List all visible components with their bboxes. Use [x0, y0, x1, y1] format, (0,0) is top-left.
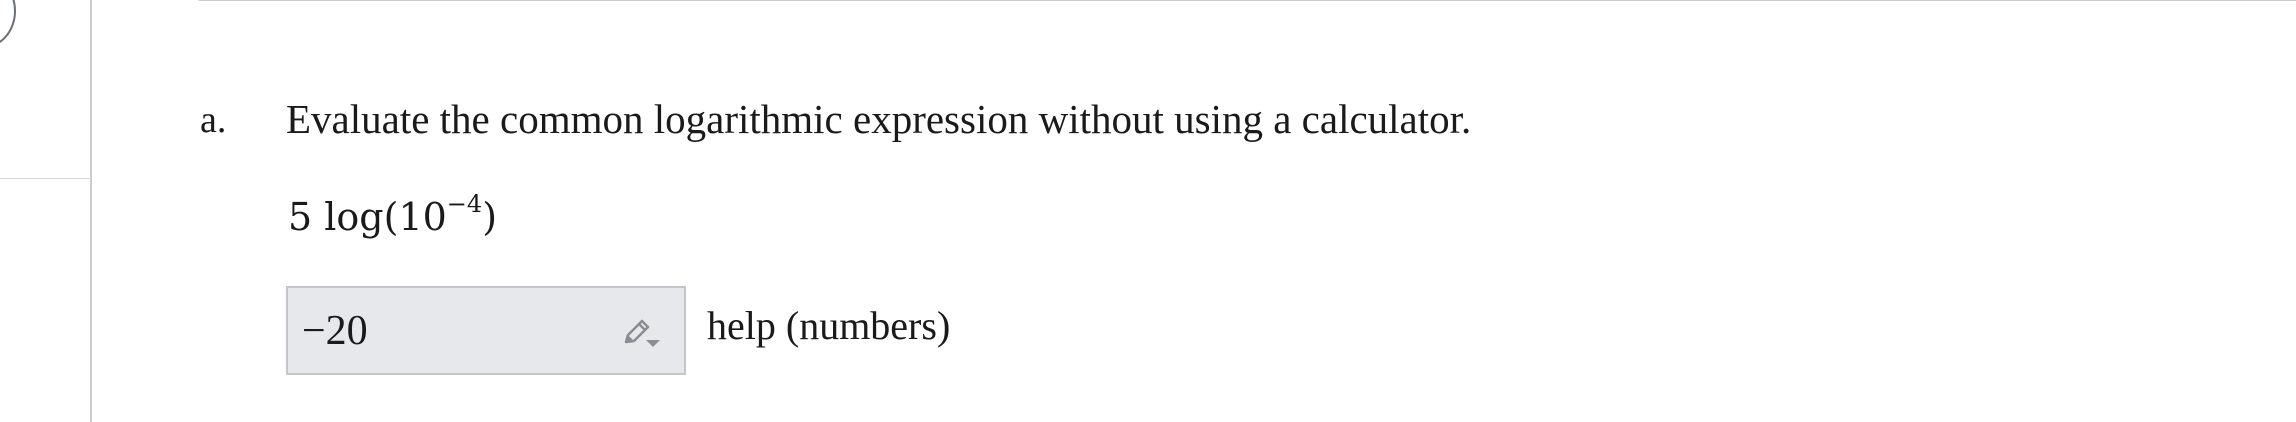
rail-divider — [0, 178, 92, 179]
previous-card-edge — [193, 0, 2296, 1]
part-label: a. — [200, 99, 227, 141]
help-numbers-link[interactable]: help (numbers) — [707, 301, 950, 351]
left-rail — [0, 0, 92, 422]
expression-exponent: −4 — [446, 190, 483, 218]
question-page: a. Evaluate the common logarithmic expre… — [0, 0, 2296, 422]
question-status-circle[interactable] — [0, 0, 16, 48]
expression-suffix: ) — [482, 195, 498, 239]
math-expression: 5 log(10−4) — [288, 190, 498, 241]
answer-value: −20 — [302, 307, 368, 354]
expression-prefix: 5 log(10 — [288, 195, 447, 239]
question-prompt: Evaluate the common logarithmic expressi… — [286, 96, 1472, 142]
pencil-dropdown-icon[interactable] — [620, 316, 664, 350]
answer-input[interactable]: −20 — [286, 286, 686, 375]
